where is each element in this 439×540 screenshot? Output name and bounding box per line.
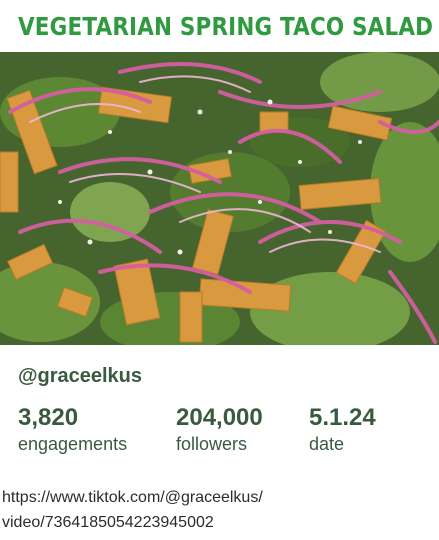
stat-label: followers — [176, 434, 248, 454]
salad-photo — [0, 52, 439, 345]
link-line-2[interactable]: video/7364185054223945002 — [2, 510, 432, 535]
tiktok-link[interactable]: https://www.tiktok.com/@graceelkus/ vide… — [2, 485, 432, 535]
stat-label: date — [309, 434, 345, 454]
engagements-stat: 3,820 engagements — [18, 404, 127, 455]
post-title: VEGETARIAN SPRING TACO SALAD — [18, 12, 434, 41]
stat-value: 204,000 — [176, 404, 263, 431]
salad-photo-icon — [0, 52, 439, 345]
followers-stat: 204,000 followers — [176, 404, 263, 455]
author-handle[interactable]: @graceelkus — [18, 365, 142, 388]
date-stat: 5.1.24 date — [309, 404, 376, 455]
stat-value: 3,820 — [18, 404, 79, 431]
link-line-1[interactable]: https://www.tiktok.com/@graceelkus/ — [2, 485, 432, 510]
stat-value: 5.1.24 — [309, 404, 376, 431]
stat-label: engagements — [18, 434, 128, 454]
